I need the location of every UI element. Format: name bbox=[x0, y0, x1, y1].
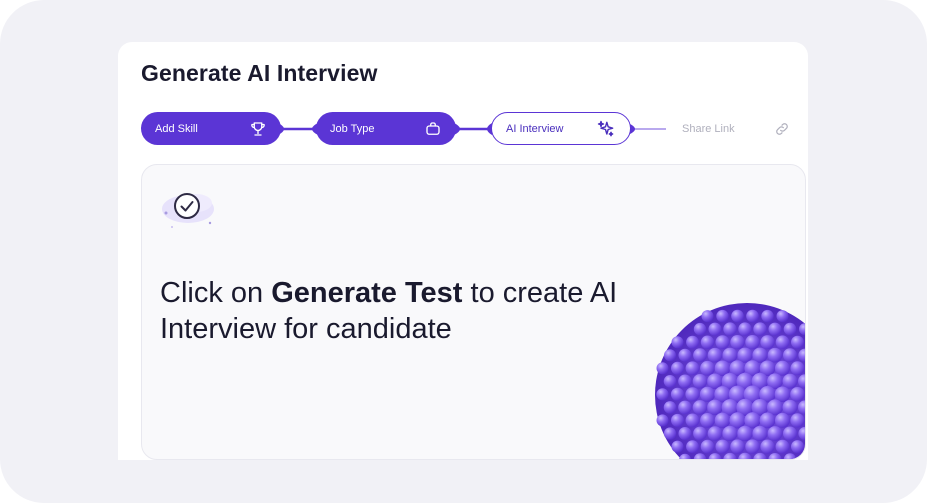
sphere-ball bbox=[731, 309, 744, 323]
step-connector bbox=[278, 123, 318, 135]
step-job-type[interactable]: Job Type bbox=[316, 112, 456, 145]
sphere-ball bbox=[693, 348, 707, 363]
sphere-ball bbox=[791, 335, 804, 349]
sphere-ball bbox=[663, 427, 677, 440]
step-label: Share Link bbox=[682, 122, 735, 135]
step-label: AI Interview bbox=[506, 122, 564, 135]
sphere-ball bbox=[700, 360, 715, 376]
sphere-ball bbox=[722, 347, 738, 363]
sphere-ball bbox=[678, 427, 692, 440]
sphere-ball bbox=[760, 335, 775, 350]
progress-stepper: Add Skill Job Type AI Interview Share Li… bbox=[118, 42, 808, 182]
sphere-ball bbox=[737, 425, 753, 442]
sphere-ball bbox=[656, 414, 669, 427]
sphere-ball bbox=[707, 426, 723, 441]
app-frame: Generate AI Interview Add Skill Job Type… bbox=[0, 0, 927, 503]
sphere-ball bbox=[671, 336, 684, 349]
generate-test-emphasis: Generate Test bbox=[271, 277, 463, 309]
sphere-ball bbox=[775, 335, 790, 349]
step-share-link[interactable]: Share Link bbox=[668, 112, 804, 145]
sphere-ball bbox=[790, 361, 805, 376]
sphere-ball bbox=[656, 388, 669, 401]
sphere-ball bbox=[782, 399, 798, 415]
sphere-ball bbox=[699, 386, 716, 402]
sphere-ball bbox=[671, 361, 684, 375]
sphere-ball bbox=[707, 347, 723, 363]
sphere-ball bbox=[723, 322, 737, 336]
sphere-ball bbox=[790, 387, 805, 402]
sphere-ball bbox=[671, 440, 684, 453]
sphere-ball bbox=[783, 348, 797, 363]
sphere-ball bbox=[692, 400, 708, 415]
sphere-ball bbox=[685, 413, 700, 428]
sphere-ball bbox=[678, 400, 692, 415]
sphere-ball bbox=[790, 413, 805, 428]
sphere-ball bbox=[752, 425, 768, 442]
generate-interview-card: Generate AI Interview Add Skill Job Type… bbox=[118, 42, 808, 460]
sphere-ball bbox=[783, 426, 797, 441]
purple-sphere-illustration bbox=[655, 303, 805, 459]
sphere-ball bbox=[707, 399, 723, 416]
sphere-ball bbox=[722, 425, 738, 442]
message-prefix: Click on bbox=[160, 277, 272, 309]
sphere-ball bbox=[656, 362, 669, 375]
sphere-ball bbox=[700, 439, 715, 454]
sphere-ball bbox=[782, 373, 798, 389]
sphere-ball bbox=[775, 360, 790, 376]
sphere-ball bbox=[761, 309, 774, 323]
sphere-ball bbox=[693, 426, 707, 441]
sphere-ball bbox=[715, 439, 730, 454]
step-add-skill[interactable]: Add Skill bbox=[141, 112, 281, 145]
sphere-ball bbox=[775, 412, 790, 428]
sphere-ball bbox=[745, 439, 760, 454]
sphere-ball bbox=[693, 322, 707, 336]
step-label: Add Skill bbox=[155, 122, 198, 135]
sphere-ball bbox=[716, 309, 729, 323]
link-icon bbox=[774, 121, 790, 137]
sphere-ball bbox=[671, 413, 684, 427]
sphere-ball bbox=[730, 335, 745, 350]
check-circle-icon bbox=[160, 183, 220, 240]
sphere-ball bbox=[767, 347, 783, 363]
sphere-ball bbox=[700, 335, 715, 349]
sphere-ball bbox=[708, 322, 722, 336]
sparkles-icon bbox=[596, 119, 616, 139]
sphere-ball bbox=[670, 387, 685, 401]
sphere-ball bbox=[776, 310, 789, 323]
step-ai-interview[interactable]: AI Interview bbox=[491, 112, 631, 145]
instruction-message: Click on Generate Test to create AI Inte… bbox=[160, 275, 680, 347]
sphere-ball bbox=[700, 413, 715, 428]
sphere-ball bbox=[685, 361, 700, 376]
sphere-ball bbox=[775, 439, 790, 454]
trophy-icon bbox=[249, 120, 267, 138]
briefcase-icon bbox=[424, 120, 442, 138]
sphere-ball bbox=[663, 401, 677, 414]
step-label: Job Type bbox=[330, 122, 375, 135]
sphere-ball bbox=[753, 322, 767, 336]
sphere-ball bbox=[759, 412, 776, 429]
sphere-ball bbox=[768, 322, 782, 336]
sphere-ball bbox=[745, 335, 760, 350]
sphere-ball bbox=[678, 374, 692, 389]
sphere-ball bbox=[664, 349, 676, 362]
sphere-ball bbox=[678, 348, 692, 362]
sphere-ball bbox=[701, 310, 714, 323]
sphere-ball bbox=[715, 335, 730, 350]
sphere-ball bbox=[791, 440, 804, 454]
sphere-ball bbox=[686, 440, 699, 453]
step-connector bbox=[630, 124, 666, 134]
empty-state-panel: Click on Generate Test to create AI Inte… bbox=[141, 164, 806, 460]
sphere-ball bbox=[692, 374, 708, 389]
sphere-ball bbox=[663, 375, 677, 388]
sphere-ball bbox=[686, 335, 699, 349]
sphere-ball bbox=[685, 387, 700, 402]
sphere-ball bbox=[738, 322, 752, 336]
sphere-ball bbox=[730, 439, 745, 454]
sphere-ball bbox=[746, 309, 759, 323]
sphere-ball bbox=[767, 426, 783, 441]
sphere-ball bbox=[760, 439, 775, 454]
step-connector bbox=[454, 123, 492, 135]
sphere-ball bbox=[714, 412, 731, 429]
sphere-ball bbox=[783, 322, 797, 336]
